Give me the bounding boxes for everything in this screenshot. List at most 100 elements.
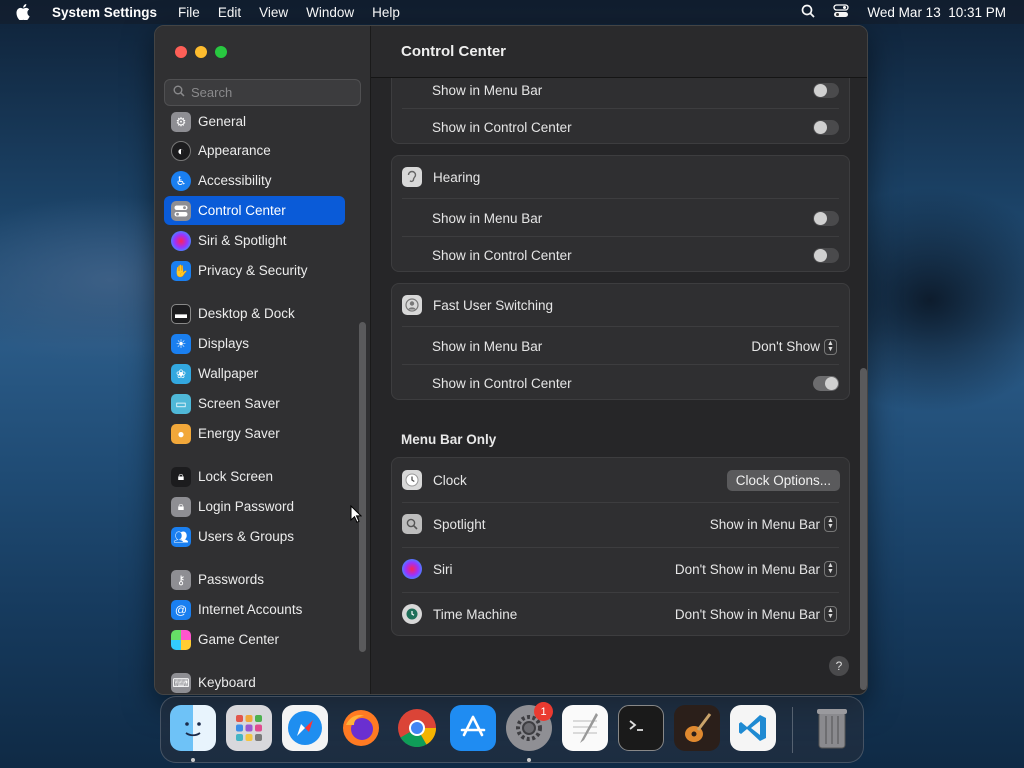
divider	[402, 326, 839, 327]
group-title: Hearing	[433, 169, 481, 185]
sidebar-item-privacy-security[interactable]: ✋ Privacy & Security	[164, 256, 345, 285]
settings-group-fast-user-switching: Fast User Switching Show in Menu Bar Don…	[391, 283, 850, 400]
sidebar-item-game-center[interactable]: Game Center	[164, 625, 345, 654]
clock-options-button[interactable]: Clock Options...	[726, 469, 840, 491]
siri-popup[interactable]: Don't Show in Menu Bar ▲ ▼	[675, 561, 837, 577]
menu-clock[interactable]: Wed Mar 13 10:31 PM	[867, 5, 1006, 20]
sidebar-item-label: General	[198, 114, 247, 129]
chevron-up-down-icon: ▲ ▼	[824, 606, 837, 622]
sidebar-item-desktop-dock[interactable]: ▬ Desktop & Dock	[164, 299, 345, 328]
show-in-control-center-toggle[interactable]	[813, 120, 839, 135]
app-store-icon[interactable]	[450, 705, 496, 751]
popup-value: Show in Menu Bar	[709, 516, 820, 532]
sidebar-item-label: Keyboard	[198, 675, 256, 690]
accessibility-icon: ♿	[171, 170, 191, 191]
fus-control-center-toggle[interactable]	[813, 376, 839, 391]
spotlight-search-icon[interactable]	[801, 4, 816, 21]
sidebar-item-login-password[interactable]: 🔒︎ Login Password	[164, 492, 345, 521]
chrome-icon[interactable]	[394, 705, 440, 751]
sidebar-scrollbar[interactable]	[359, 322, 366, 652]
lock-icon: 🔒︎	[171, 496, 191, 517]
divider	[402, 502, 839, 503]
sidebar-item-label: Desktop & Dock	[198, 306, 295, 321]
sidebar-item-label: Wallpaper	[198, 366, 259, 381]
sidebar-item-energy-saver[interactable]: ● Energy Saver	[164, 419, 345, 448]
menu-edit[interactable]: Edit	[218, 5, 241, 20]
sidebar: Search ⚙ General ◐ Appearance ♿ Accessib…	[155, 26, 371, 694]
menu-file[interactable]: File	[178, 5, 200, 20]
setting-row: Show in Control Center	[392, 365, 849, 402]
setting-row: Show in Menu Bar Don't Show ▲ ▼	[392, 328, 849, 365]
dock-separator	[792, 707, 793, 753]
close-button[interactable]	[175, 46, 187, 58]
menu-help[interactable]: Help	[372, 5, 400, 20]
sidebar-item-label: Lock Screen	[198, 469, 274, 484]
group-header: Fast User Switching	[392, 287, 849, 323]
sidebar-item-internet-accounts[interactable]: @ Internet Accounts	[164, 595, 345, 624]
control-center-menu-icon[interactable]	[833, 3, 850, 21]
time-machine-popup[interactable]: Don't Show in Menu Bar ▲ ▼	[675, 606, 837, 622]
show-in-menu-bar-toggle[interactable]	[813, 83, 839, 98]
sidebar-item-label: Accessibility	[198, 173, 272, 188]
fus-menu-bar-popup[interactable]: Don't Show ▲ ▼	[751, 338, 837, 355]
setting-label: Show in Control Center	[432, 120, 572, 135]
minimize-button[interactable]	[195, 46, 207, 58]
screen-saver-icon: ▭	[171, 393, 191, 414]
textedit-icon[interactable]	[562, 705, 608, 751]
notification-badge: 1	[534, 702, 553, 721]
users-icon: 👥︎	[171, 526, 191, 547]
main-scrollbar[interactable]	[860, 368, 867, 690]
sidebar-item-wallpaper[interactable]: ❀ Wallpaper	[164, 359, 345, 388]
siri-icon	[402, 559, 422, 579]
sidebar-item-label: Energy Saver	[198, 426, 280, 441]
siri-icon	[171, 230, 191, 251]
sidebar-item-label: Passwords	[198, 572, 265, 587]
key-icon: ⚷	[171, 569, 191, 590]
setting-label: Show in Menu Bar	[432, 83, 543, 98]
menu-view[interactable]: View	[259, 5, 288, 20]
dock: 1	[160, 696, 864, 763]
sidebar-item-appearance[interactable]: ◐ Appearance	[164, 136, 345, 165]
search-field[interactable]: Search	[164, 79, 361, 106]
sidebar-item-accessibility[interactable]: ♿ Accessibility	[164, 166, 345, 195]
trash-icon[interactable]	[809, 705, 855, 751]
spotlight-popup[interactable]: Show in Menu Bar ▲ ▼	[710, 516, 837, 532]
time-machine-row: Time Machine Don't Show in Menu Bar ▲ ▼	[392, 595, 849, 633]
control-center-icon	[171, 200, 191, 221]
garageband-icon[interactable]	[674, 705, 720, 751]
sidebar-item-general[interactable]: ⚙ General	[164, 112, 345, 136]
section-title: Menu Bar Only	[401, 432, 497, 447]
sidebar-item-lock-screen[interactable]: 🔒︎ Lock Screen	[164, 462, 345, 491]
setting-label: Show in Menu Bar	[432, 211, 543, 226]
menu-app-name[interactable]: System Settings	[52, 5, 157, 20]
wallpaper-icon: ❀	[171, 363, 191, 384]
page-title: Control Center	[371, 26, 867, 78]
sidebar-item-label: Control Center	[198, 203, 286, 218]
sidebar-item-screen-saver[interactable]: ▭ Screen Saver	[164, 389, 345, 418]
setting-label: Show in Control Center	[432, 376, 572, 391]
apple-menu-icon[interactable]	[16, 4, 40, 20]
help-button[interactable]: ?	[829, 656, 849, 676]
sidebar-item-label: Screen Saver	[198, 396, 280, 411]
siri-label: Siri	[433, 561, 453, 577]
zoom-button[interactable]	[215, 46, 227, 58]
clock-icon	[402, 470, 422, 490]
finder-icon[interactable]	[170, 705, 216, 751]
sidebar-item-displays[interactable]: ☀ Displays	[164, 329, 345, 358]
firefox-icon[interactable]	[338, 705, 384, 751]
vscode-icon[interactable]	[730, 705, 776, 751]
sidebar-item-control-center[interactable]: Control Center	[164, 196, 345, 225]
sidebar-item-keyboard[interactable]: ⌨ Keyboard	[164, 668, 345, 694]
sidebar-item-passwords[interactable]: ⚷ Passwords	[164, 565, 345, 594]
menu-window[interactable]: Window	[306, 5, 354, 20]
sidebar-item-users-groups[interactable]: 👥︎ Users & Groups	[164, 522, 345, 551]
safari-icon[interactable]	[282, 705, 328, 751]
hearing-control-center-toggle[interactable]	[813, 248, 839, 263]
group-header: Hearing	[392, 159, 849, 195]
launchpad-icon[interactable]	[226, 705, 272, 751]
hearing-menu-bar-toggle[interactable]	[813, 211, 839, 226]
terminal-icon[interactable]	[618, 705, 664, 751]
setting-row: Show in Menu Bar	[392, 72, 849, 109]
chevron-up-down-icon: ▲ ▼	[824, 338, 837, 355]
sidebar-item-siri-spotlight[interactable]: Siri & Spotlight	[164, 226, 345, 255]
